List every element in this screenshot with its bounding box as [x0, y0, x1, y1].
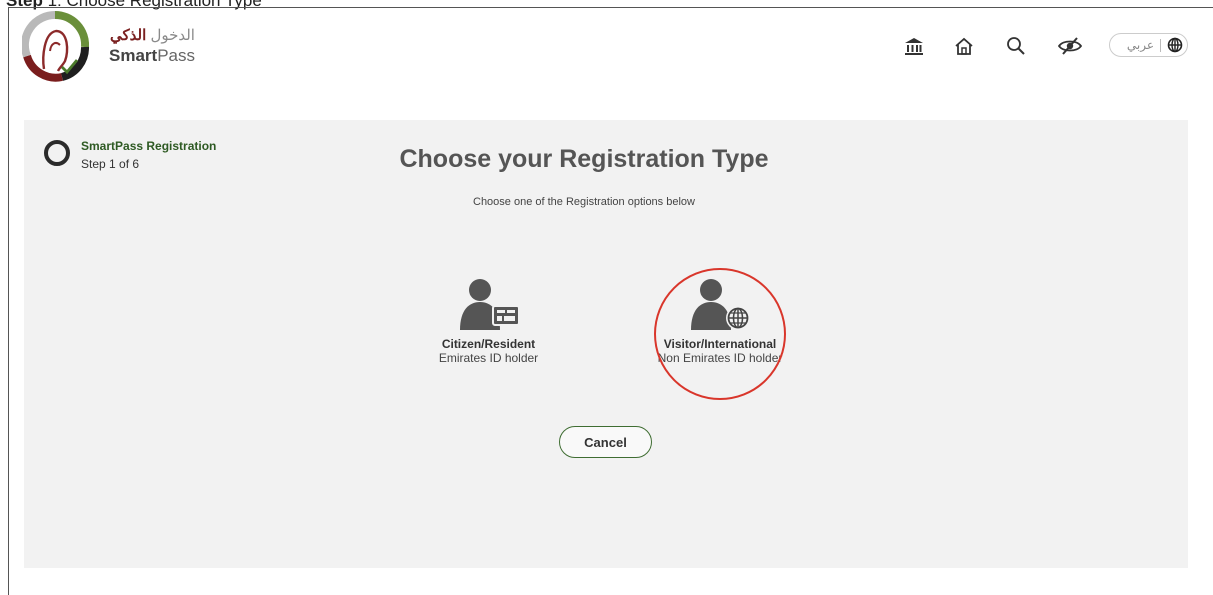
selection-highlight-circle: [654, 268, 786, 400]
globe-icon: [1167, 37, 1183, 53]
brand-arabic-light: الدخول: [150, 27, 195, 44]
id-card-user-icon: [459, 279, 520, 330]
brand-english-bold: Smart: [109, 46, 158, 65]
language-label: عربي: [1126, 38, 1154, 52]
brand-english-name: SmartPass: [109, 46, 195, 66]
frame-border-left: [8, 7, 9, 595]
option-citizen-resident[interactable]: Citizen/Resident Emirates ID holder: [416, 276, 561, 366]
cancel-button[interactable]: Cancel: [559, 426, 652, 458]
smartpass-logo-icon[interactable]: [22, 11, 89, 90]
brand-english-light: Pass: [157, 46, 195, 65]
government-icon[interactable]: [903, 36, 925, 56]
brand-arabic-bold: الذكي: [110, 27, 147, 44]
caption-bold: Step: [6, 0, 43, 10]
registration-panel: SmartPass Registration Step 1 of 6 Choos…: [24, 120, 1188, 568]
language-divider: [1160, 38, 1161, 52]
step-caption: Step 1: Choose Registration Type: [6, 0, 262, 11]
search-icon[interactable]: [1005, 36, 1027, 56]
caption-rest: 1: Choose Registration Type: [47, 0, 262, 10]
option-title: Citizen/Resident: [441, 337, 536, 351]
frame-border-top: [8, 7, 1213, 8]
page-title: Choose your Registration Type: [399, 145, 769, 173]
accessibility-icon[interactable]: [1057, 36, 1083, 56]
page-subtitle: Choose one of the Registration options b…: [473, 196, 695, 208]
option-subtitle: Emirates ID holder: [438, 351, 539, 365]
language-toggle-button[interactable]: عربي: [1109, 33, 1188, 57]
home-icon[interactable]: [953, 36, 975, 56]
brand-arabic-name: الدخول الذكي: [110, 26, 195, 44]
